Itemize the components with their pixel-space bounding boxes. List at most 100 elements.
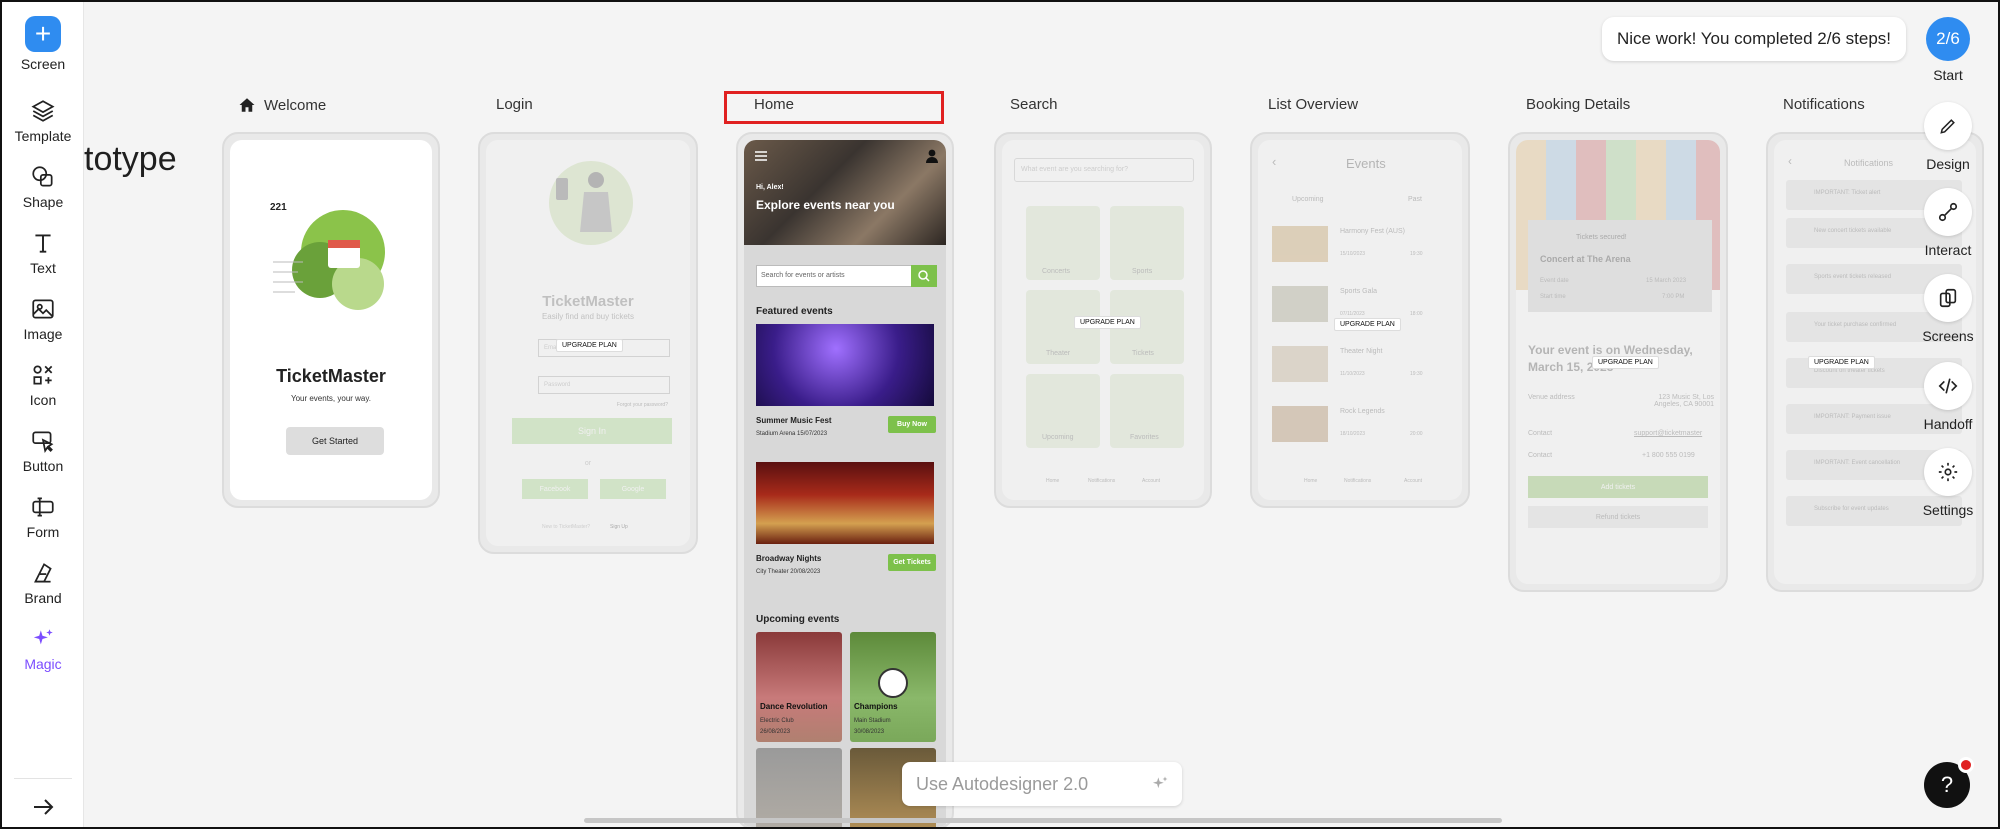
tool-label: Brand <box>24 590 62 606</box>
upcoming-event-card[interactable]: Champions Main Stadium 30/08/2023 <box>850 632 936 742</box>
nav-tab[interactable]: Notifications <box>1088 478 1115 484</box>
notification-text: Your ticket purchase confirmed <box>1814 322 1897 328</box>
featured-events-title: Featured events <box>756 306 833 317</box>
nav-tab[interactable]: Home <box>1304 478 1317 484</box>
tool-icon[interactable]: Icon <box>2 362 84 408</box>
tool-shape[interactable]: Shape <box>2 164 84 210</box>
search-screen-input[interactable]: What event are you searching for? <box>1014 158 1194 182</box>
upgrade-plan-badge[interactable]: UPGRADE PLAN <box>1808 356 1875 369</box>
autodesigner-text: Use Autodesigner 2.0 <box>916 774 1089 794</box>
upgrade-plan-badge[interactable]: UPGRADE PLAN <box>1074 316 1141 329</box>
event-date-value: 15 March 2023 <box>1646 278 1687 284</box>
forgot-password-link[interactable]: Forgot your password? <box>617 402 668 408</box>
nav-tab[interactable]: Account <box>1404 478 1422 484</box>
arrow-right-icon[interactable] <box>28 795 58 819</box>
upgrade-plan-badge[interactable]: UPGRADE PLAN <box>1334 318 1401 331</box>
gear-icon <box>1938 462 1958 482</box>
horizontal-scrollbar[interactable] <box>584 818 1502 823</box>
tab-past[interactable]: Past <box>1408 196 1422 203</box>
design-tool[interactable]: Design <box>1900 102 1996 172</box>
featured-event-name: Summer Music Fest <box>756 416 832 425</box>
login-subtitle: Easily find and buy tickets <box>541 312 635 321</box>
nav-tab[interactable]: Home <box>1046 478 1059 484</box>
start-label[interactable]: Start <box>1900 67 1996 83</box>
notification-dot <box>1958 757 1974 773</box>
handoff-tool[interactable]: Handoff <box>1900 362 1996 432</box>
google-button[interactable]: Google <box>600 479 666 499</box>
tool-button[interactable]: Button <box>2 428 84 474</box>
or-divider: or <box>584 460 592 467</box>
upcoming-event-card[interactable] <box>756 748 842 827</box>
start-time-value: 7:00 PM <box>1662 294 1685 300</box>
screen-label-booking-details[interactable]: Booking Details <box>1526 96 1630 113</box>
tool-screen[interactable]: + Screen <box>2 16 84 72</box>
list-overview-screen[interactable]: ‹ Events Upcoming Past Harmony Fest (AUS… <box>1250 132 1470 508</box>
screen-label-list-overview[interactable]: List Overview <box>1268 96 1358 113</box>
refund-tickets-button[interactable]: Refund tickets <box>1528 506 1708 528</box>
event-thumbnail <box>1272 286 1328 322</box>
buy-now-button[interactable]: Buy Now <box>888 416 936 433</box>
sparkle-icon <box>1152 776 1168 789</box>
screen-label-text: List Overview <box>1268 96 1359 113</box>
screen-label-search[interactable]: Search <box>1010 96 1058 113</box>
tool-magic[interactable]: Magic <box>2 626 84 672</box>
profile-icon[interactable] <box>924 148 940 164</box>
facebook-button[interactable]: Facebook <box>522 479 588 499</box>
contact-email[interactable]: support@ticketmaster <box>1634 430 1702 437</box>
list-event-time: 19:30 <box>1410 371 1423 377</box>
upgrade-plan-badge[interactable]: UPGRADE PLAN <box>556 339 623 352</box>
booking-details-screen[interactable]: Tickets secured! Concert at The Arena Ev… <box>1508 132 1728 592</box>
tool-label: Form <box>26 524 60 540</box>
notification-text: IMPORTANT: Ticket alert <box>1814 190 1881 196</box>
tool-brand[interactable]: Brand <box>2 560 84 606</box>
login-screen[interactable]: TicketMaster Easily find and buy tickets… <box>478 132 698 554</box>
back-icon[interactable]: ‹ <box>1272 154 1276 169</box>
tool-text[interactable]: Text <box>2 230 84 276</box>
screen-label-welcome[interactable]: Welcome <box>238 96 326 114</box>
menu-icon[interactable] <box>754 150 768 162</box>
screen-label-text: Notifications <box>1783 96 1865 113</box>
autodesigner-button[interactable]: Use Autodesigner 2.0 <box>902 762 1182 806</box>
add-tickets-button[interactable]: Add tickets <box>1528 476 1708 498</box>
settings-tool[interactable]: Settings <box>1900 448 1996 518</box>
featured-event-details: City Theater 20/08/2023 <box>756 569 821 575</box>
upcoming-event-card[interactable]: Dance Revolution Electric Club 26/08/202… <box>756 632 842 742</box>
nav-tab[interactable]: Account <box>1142 478 1160 484</box>
screens-tool[interactable]: Screens <box>1900 274 1996 344</box>
upgrade-plan-badge[interactable]: UPGRADE PLAN <box>1592 356 1659 369</box>
search-button[interactable] <box>911 265 937 287</box>
interact-tool[interactable]: Interact <box>1900 188 1996 258</box>
contact-label: Contact <box>1528 430 1553 437</box>
featured-event-image[interactable] <box>756 462 934 544</box>
tab-upcoming[interactable]: Upcoming <box>1292 196 1324 203</box>
tool-label: Button <box>22 458 64 474</box>
upcoming-event-name: Dance Revolution <box>760 702 828 711</box>
sign-in-button[interactable]: Sign In <box>512 418 672 444</box>
event-search-input[interactable]: Search for events or artists <box>756 265 931 287</box>
search-screen[interactable]: What event are you searching for? Concer… <box>994 132 1212 508</box>
login-illustration <box>549 161 633 245</box>
tool-form[interactable]: Form <box>2 494 84 540</box>
step-progress-button[interactable]: 2/6 <box>1926 17 1970 61</box>
home-greeting: Hi, Alex! <box>756 184 784 191</box>
screen-label-notifications[interactable]: Notifications <box>1783 96 1865 113</box>
venue-value: 123 Music St, Los Angeles, CA 90001 <box>1654 394 1714 408</box>
home-headline: Explore events near you <box>756 198 895 212</box>
nav-tab[interactable]: Notifications <box>1344 478 1371 484</box>
get-started-button[interactable]: Get Started <box>286 427 384 455</box>
screen-label-login[interactable]: Login <box>496 96 533 113</box>
password-field[interactable]: Password <box>538 376 670 394</box>
featured-event-image[interactable] <box>756 324 934 406</box>
screen-label-text: Booking Details <box>1526 96 1631 113</box>
tool-image[interactable]: Image <box>2 296 84 342</box>
signup-link[interactable]: Sign Up <box>610 524 628 530</box>
welcome-screen[interactable]: 221 TicketMaster Your events, your way. … <box>222 132 440 508</box>
get-tickets-button[interactable]: Get Tickets <box>888 554 936 571</box>
back-icon[interactable]: ‹ <box>1788 154 1792 168</box>
upcoming-event-venue: Main Stadium <box>854 718 891 724</box>
image-icon <box>32 299 54 319</box>
start-time-label: Start time <box>1540 294 1566 300</box>
phone-value: +1 800 555 0199 <box>1642 452 1695 459</box>
tool-template[interactable]: Template <box>2 98 84 144</box>
home-screen[interactable]: Hi, Alex! Explore events near you Search… <box>736 132 954 829</box>
